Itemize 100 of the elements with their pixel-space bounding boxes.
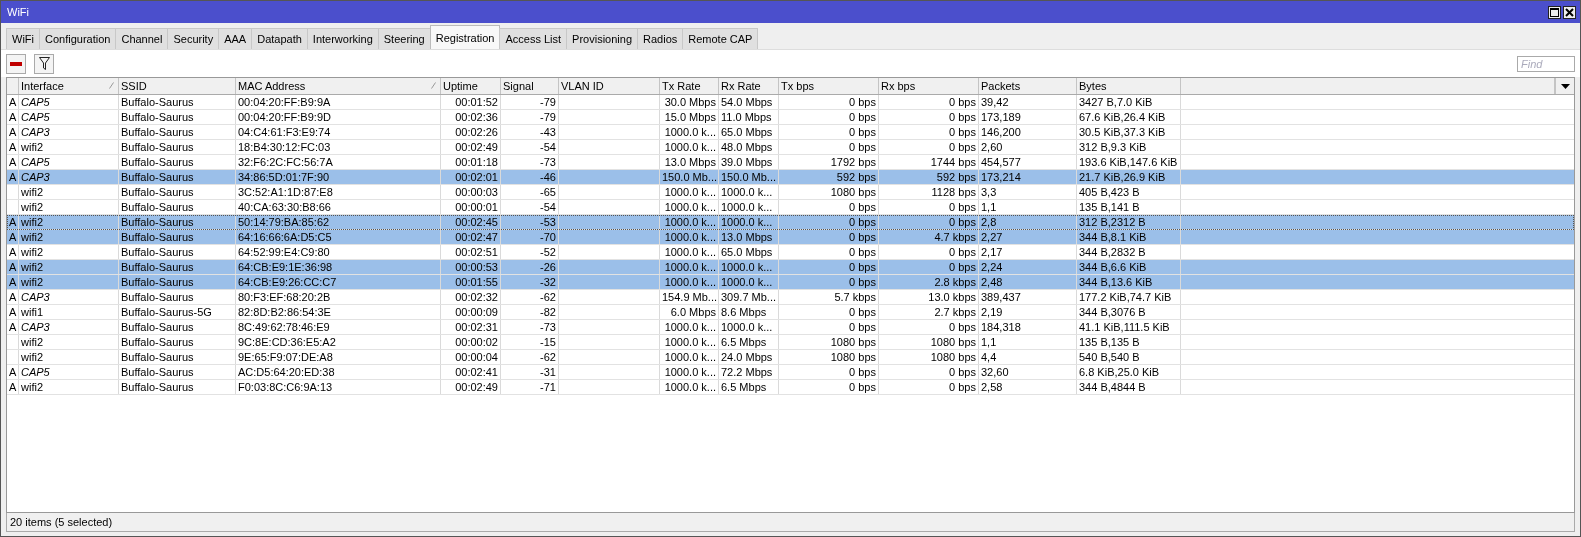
tab[interactable]: AAA — [218, 28, 253, 49]
table-cell: wifi2 — [21, 216, 43, 228]
flag-text: A — [9, 291, 17, 303]
window-title: WiFi — [7, 6, 30, 18]
tab[interactable]: Radios — [637, 28, 684, 49]
tab[interactable]: Configuration — [39, 28, 117, 49]
column-header[interactable]: SSID — [119, 78, 236, 94]
table-cell: Buffalo-Saurus — [121, 351, 194, 363]
maximize-button[interactable] — [1548, 5, 1561, 19]
table-cell: 1000.0 k... — [664, 186, 716, 198]
tab[interactable]: Registration — [429, 25, 501, 49]
table-cell: 1000.0 k... — [664, 246, 716, 258]
table-cell: 32,60 — [981, 366, 1009, 378]
table-cell: 389,437 — [981, 291, 1021, 303]
table-cell: 41.1 KiB,111.5 KiB — [1079, 321, 1170, 333]
table-cell: 65.0 Mbps — [721, 246, 773, 258]
table-cell: Buffalo-Saurus — [121, 96, 194, 108]
column-header[interactable]: Rx bps — [879, 78, 979, 94]
table-cell: 1080 bps — [830, 186, 876, 198]
table-cell: 1080 bps — [930, 351, 976, 363]
table-cell: 1000.0 k... — [664, 276, 716, 288]
column-header[interactable]: Signal — [501, 78, 559, 94]
table-cell: 173,214 — [981, 171, 1021, 183]
table-cell: 0 bps — [949, 381, 976, 393]
table-cell: 0 bps — [849, 201, 876, 213]
table-cell: 0 bps — [849, 276, 876, 288]
column-header[interactable]: Tx Rate — [660, 78, 719, 94]
table-cell: 00:02:41 — [455, 366, 498, 378]
column-header[interactable]: Bytes — [1077, 78, 1181, 94]
table-cell: 2,48 — [981, 276, 1003, 288]
flag-text: A — [9, 306, 17, 318]
table-cell: 1000.0 k... — [721, 201, 773, 213]
close-button[interactable] — [1563, 5, 1576, 19]
tab[interactable]: Provisioning — [566, 28, 638, 49]
table-cell: 344 B,13.6 KiB — [1079, 276, 1153, 288]
column-header[interactable]: Uptime — [441, 78, 501, 94]
table-cell: wifi2 — [21, 186, 43, 198]
column-header[interactable]: MAC Address — [236, 78, 441, 94]
table-cell: 48.0 Mbps — [721, 141, 773, 153]
column-header[interactable]: VLAN ID — [559, 78, 660, 94]
table-cell: Buffalo-Saurus-5G — [121, 306, 212, 318]
table-cell: 13.0 Mbps — [721, 231, 773, 243]
column-header[interactable]: Rx Rate — [719, 78, 779, 94]
tab[interactable]: Access List — [499, 28, 568, 49]
table-cell: 64:CB:E9:1E:36:98 — [238, 261, 333, 273]
table-cell: 150.0 Mb... — [721, 171, 777, 183]
table-cell: 8.6 Mbps — [721, 306, 767, 318]
table-cell: 2,60 — [981, 141, 1003, 153]
table-cell: wifi2 — [21, 381, 43, 393]
tab[interactable]: Channel — [115, 28, 169, 49]
table-cell: Buffalo-Saurus — [121, 366, 194, 378]
tab[interactable]: Interworking — [306, 28, 379, 49]
table-cell: -26 — [540, 261, 556, 273]
remove-button[interactable] — [6, 53, 26, 74]
find-field[interactable]: Find — [1517, 55, 1575, 72]
table-cell: 4,4 — [981, 351, 997, 363]
table-cell: CAP3 — [21, 321, 50, 333]
table-cell: 6.5 Mbps — [721, 381, 767, 393]
table-cell: wifi2 — [21, 336, 43, 348]
table-cell: wifi1 — [21, 306, 43, 318]
table-cell: 2,8 — [981, 216, 997, 228]
tab[interactable]: Datapath — [251, 28, 308, 49]
table-cell: 65.0 Mbps — [721, 126, 773, 138]
table-cell: 0 bps — [949, 321, 976, 333]
table-cell: -31 — [540, 366, 556, 378]
column-header[interactable]: Tx bps — [779, 78, 879, 94]
table-cell: 0 bps — [949, 216, 976, 228]
table-cell: 135 B,141 B — [1079, 201, 1140, 213]
table-cell: 39.0 Mbps — [721, 156, 773, 168]
table-cell: -79 — [540, 111, 556, 123]
table-cell: Buffalo-Saurus — [121, 156, 194, 168]
flag-text: A — [9, 126, 17, 138]
table-cell: 344 B,6.6 KiB — [1079, 261, 1147, 273]
table-cell: 0 bps — [849, 246, 876, 258]
table-cell: 32:F6:2C:FC:56:7A — [238, 156, 333, 168]
table-cell: 1128 bps — [931, 186, 976, 198]
filter-button[interactable] — [34, 53, 54, 74]
table-cell: 67.6 KiB,26.4 KiB — [1079, 111, 1166, 123]
table-cell: 9C:8E:CD:36:E5:A2 — [238, 336, 336, 348]
table-cell: 00:00:09 — [455, 306, 498, 318]
table-cell: 64:CB:E9:26:CC:C7 — [238, 276, 337, 288]
tab[interactable]: Remote CAP — [682, 28, 759, 49]
column-header[interactable]: Interface — [19, 78, 119, 94]
tab[interactable]: Steering — [377, 28, 431, 49]
flag-text: A — [9, 231, 17, 243]
column-header[interactable]: Packets — [979, 78, 1077, 94]
table-cell: 1000.0 k... — [721, 321, 773, 333]
table-cell: 1000.0 k... — [664, 366, 716, 378]
table-cell: 454,577 — [981, 156, 1021, 168]
table-cell: 00:00:53 — [455, 261, 498, 273]
table-cell: 00:00:02 — [455, 336, 498, 348]
tab[interactable]: WiFi — [6, 28, 40, 49]
table-cell: 0 bps — [849, 231, 876, 243]
table-cell: 11.0 Mbps — [721, 111, 772, 123]
table-cell: 04:C4:61:F3:E9:74 — [238, 126, 331, 138]
table-cell: 146,200 — [981, 126, 1021, 138]
table-cell: 80:F3:EF:68:20:2B — [238, 291, 331, 303]
table-cell: 13.0 kbps — [928, 291, 976, 303]
table-cell: 154.9 Mb... — [662, 291, 718, 303]
tab[interactable]: Security — [167, 28, 220, 49]
